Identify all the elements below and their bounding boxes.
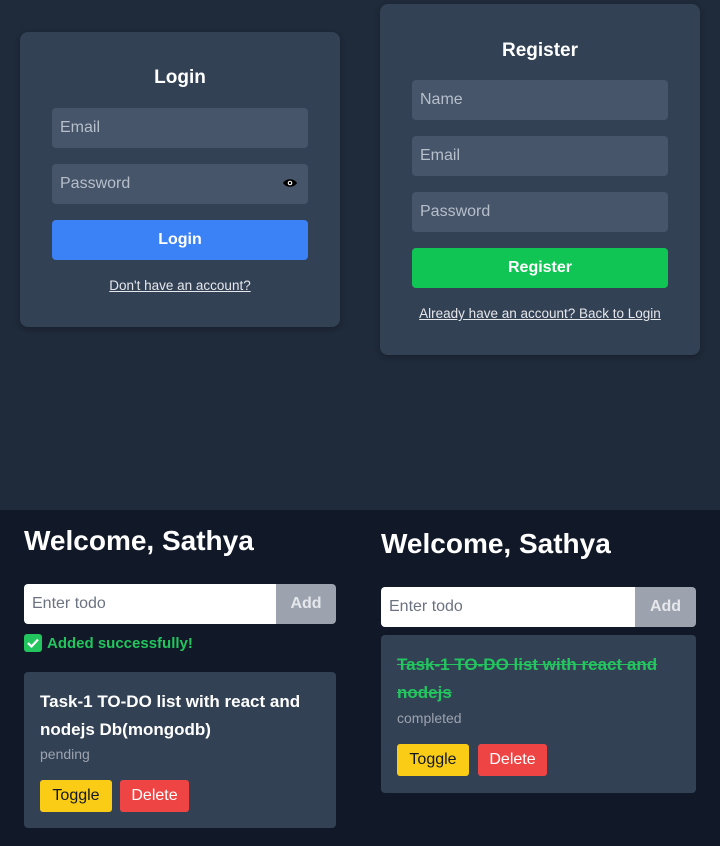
toggle-button[interactable]: Toggle [40,780,112,812]
welcome-heading-right: Welcome, Sathya [381,528,611,559]
register-title: Register [501,40,579,61]
todo-item-right: Task-1 TO-DO list with react and nodejs … [381,635,696,793]
todo-input-right[interactable] [381,587,635,627]
todo-text: Task-1 TO-DO list with react and nodejs … [40,692,301,739]
success-message: Added successfully! [24,634,193,652]
welcome-heading-left: Welcome, Sathya [24,525,254,556]
delete-button[interactable]: Delete [478,744,547,776]
register-button[interactable]: Register [412,248,668,288]
delete-button[interactable]: Delete [120,780,189,812]
add-button-right[interactable]: Add [635,587,696,627]
todo-text-completed: Task-1 TO-DO list with react and nodejs [397,655,658,702]
todo-item-left: Task-1 TO-DO list with react and nodejs … [24,672,336,828]
check-icon [24,634,42,652]
login-password-field[interactable] [52,164,308,204]
register-password-field[interactable] [412,192,668,232]
todo-status: completed [397,710,462,726]
success-text: Added successfully! [47,634,193,652]
login-title: Login [154,67,206,88]
login-button[interactable]: Login [52,220,308,260]
signup-link[interactable]: Don't have an account? [20,278,340,293]
login-card: Login Login Don't have an account? [20,32,340,327]
login-email-field[interactable] [52,108,308,148]
register-name-field[interactable] [412,80,668,120]
add-button-left[interactable]: Add [276,584,336,624]
register-card: Register Register Already have an accoun… [380,4,700,355]
todo-input-left[interactable] [24,584,276,624]
todo-status: pending [40,746,90,762]
toggle-button[interactable]: Toggle [397,744,469,776]
eye-icon[interactable] [282,175,298,191]
register-email-field[interactable] [412,136,668,176]
back-to-login-link[interactable]: Already have an account? Back to Login [380,306,700,321]
